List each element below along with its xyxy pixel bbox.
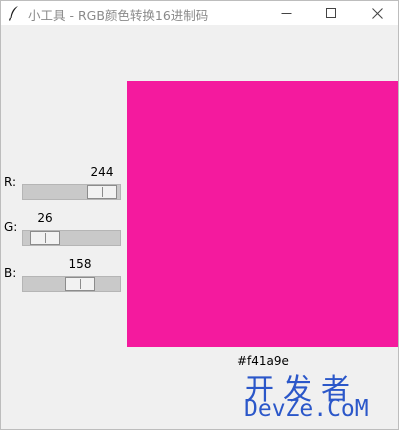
g-value: 26: [37, 211, 53, 225]
r-value: 244: [90, 165, 114, 179]
close-icon: [371, 7, 383, 19]
g-slider[interactable]: [22, 230, 121, 246]
r-slider-thumb[interactable]: [87, 185, 118, 199]
b-slider[interactable]: [22, 276, 121, 292]
window-title: 小工具 - RGB颜色转换16进制码: [28, 8, 209, 23]
maximize-button[interactable]: [308, 1, 354, 25]
b-value: 158: [68, 257, 92, 271]
g-slider-thumb[interactable]: [29, 231, 60, 245]
app-window: 小工具 - RGB颜色转换16进制码 R: 244 G: 26 B: 158 #…: [0, 0, 399, 430]
watermark-english: DevZe.CoM: [244, 396, 369, 422]
feather-icon: [8, 5, 20, 21]
r-label: R:: [4, 175, 17, 189]
minimize-icon: [281, 12, 291, 14]
title-bar[interactable]: 小工具 - RGB颜色转换16进制码: [1, 1, 398, 25]
g-label: G:: [4, 220, 18, 234]
r-slider[interactable]: [22, 184, 121, 200]
b-label: B:: [4, 266, 17, 280]
maximize-icon: [325, 7, 336, 18]
color-preview-swatch: [127, 81, 398, 347]
b-slider-thumb[interactable]: [64, 277, 95, 291]
close-button[interactable]: [354, 1, 400, 25]
minimize-button[interactable]: [263, 1, 309, 25]
